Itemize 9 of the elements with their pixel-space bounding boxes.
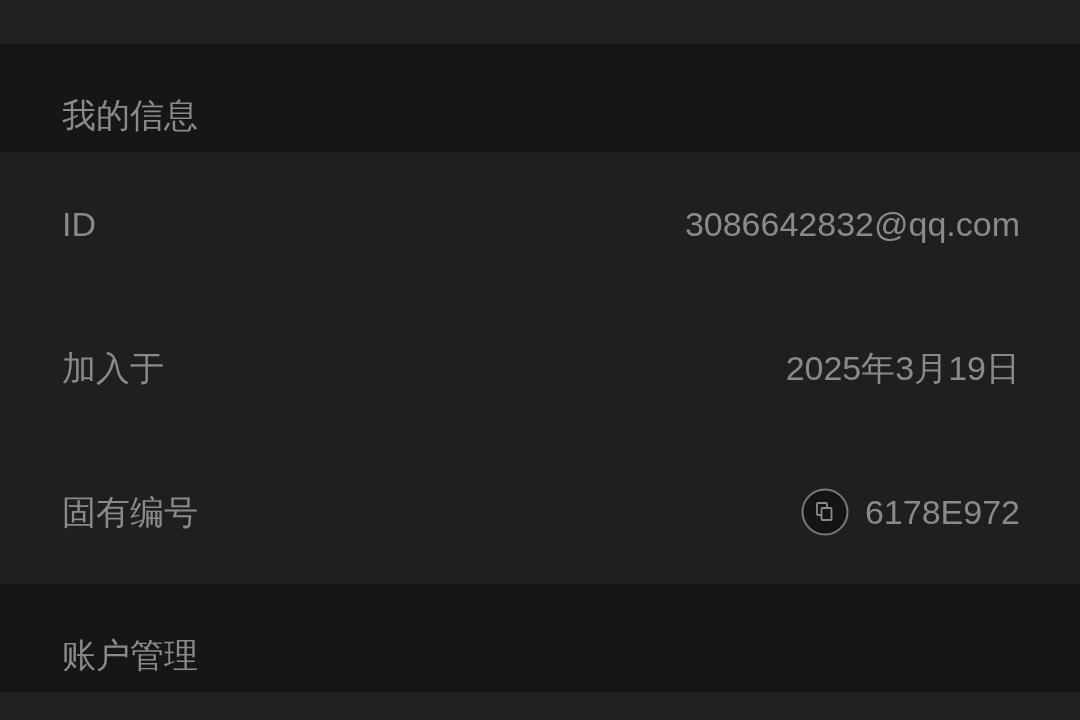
section-title: 我的信息 bbox=[62, 95, 198, 135]
section-title: 账户管理 bbox=[62, 635, 198, 675]
row-value: 2025年3月19日 bbox=[785, 348, 1020, 388]
row-value: 3086642832@qq.com bbox=[684, 204, 1020, 244]
row-value: 6178E972 bbox=[864, 492, 1020, 532]
copy-icon[interactable] bbox=[800, 488, 849, 536]
row-label: ID bbox=[62, 204, 96, 244]
row-label: 固有编号 bbox=[62, 492, 198, 532]
row-label: 加入于 bbox=[62, 348, 164, 388]
